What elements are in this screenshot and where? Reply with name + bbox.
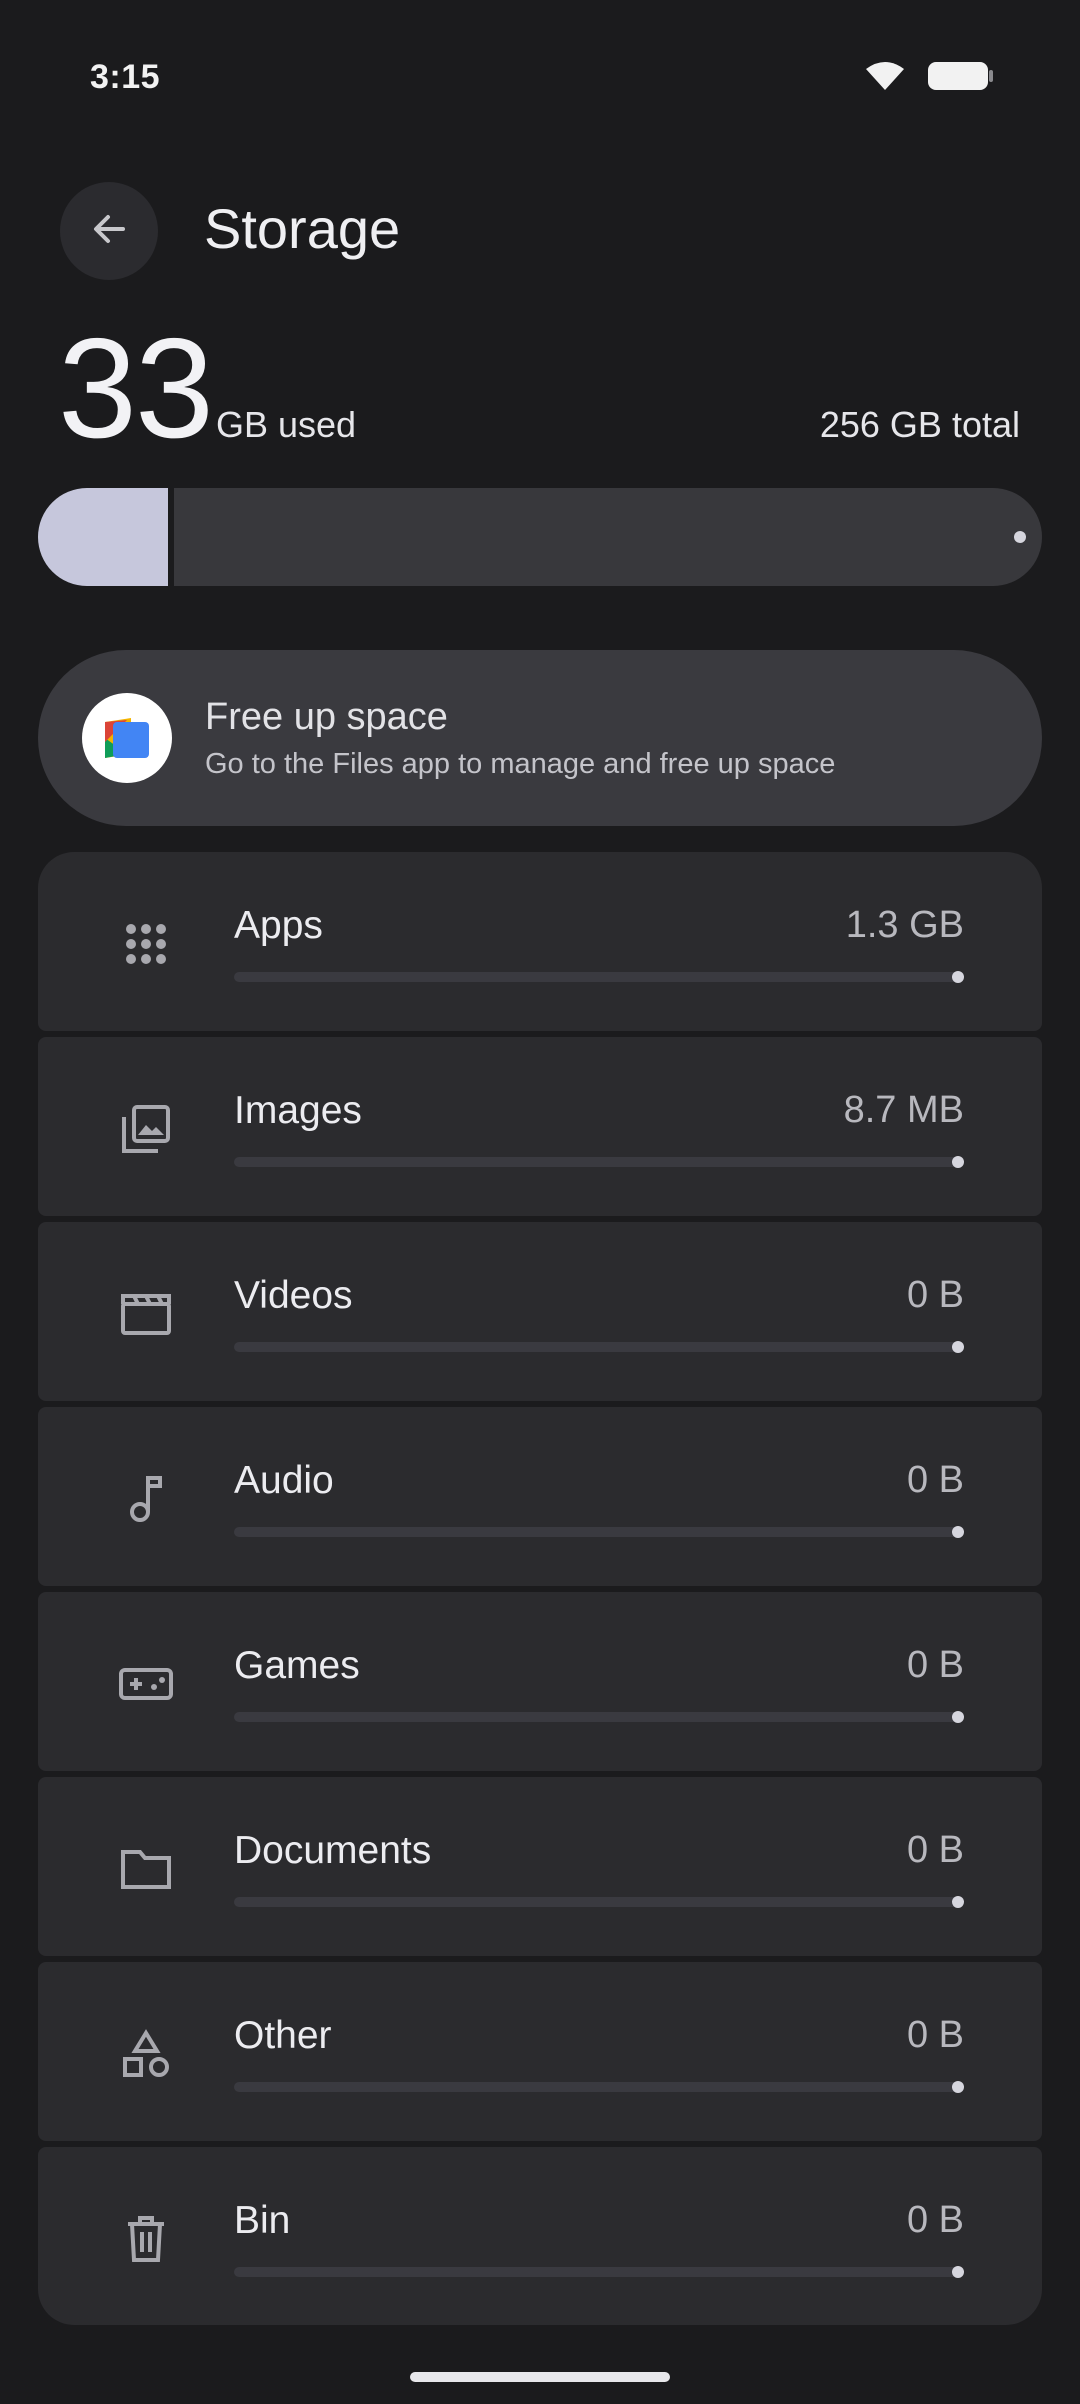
- gamepad-icon: [118, 1656, 174, 1712]
- category-bar-end-dot: [952, 1341, 964, 1353]
- category-label: Documents: [234, 1829, 432, 1872]
- category-usage-bar: [234, 2081, 964, 2093]
- page-title: Storage: [204, 197, 401, 260]
- total-capacity: 256 GB total: [819, 404, 1020, 445]
- category-usage-bar: [234, 1156, 964, 1168]
- shapes-icon: [118, 2026, 174, 2082]
- apps-grid-icon: [118, 916, 174, 972]
- category-size: 8.7 MB: [843, 1089, 964, 1131]
- category-label: Other: [234, 2014, 332, 2057]
- storage-categories-list: Apps 1.3 GB Images 8.7 MB Videos 0 B Aud…: [38, 852, 1042, 2331]
- category-other[interactable]: Other 0 B: [38, 1962, 1042, 2141]
- status-time: 3:15: [90, 58, 161, 96]
- category-label: Apps: [234, 904, 323, 947]
- category-documents[interactable]: Documents 0 B: [38, 1777, 1042, 1956]
- files-app-icon: [82, 693, 172, 783]
- category-bar-end-dot: [952, 2081, 964, 2093]
- category-size: 0 B: [906, 1459, 964, 1501]
- category-bar-end-dot: [952, 1156, 964, 1168]
- used-unit: GB used: [216, 404, 357, 445]
- storage-screen: 3:15 Storage 33 GB used 256 GB total Fre…: [0, 0, 1080, 2404]
- status-icons: [864, 60, 994, 92]
- home-indicator[interactable]: [410, 2372, 670, 2382]
- free-up-description: Go to the Files app to manage and free u…: [205, 748, 836, 780]
- category-bar-end-dot: [952, 971, 964, 983]
- category-bar-end-dot: [952, 2266, 964, 2278]
- category-usage-bar: [234, 1341, 964, 1353]
- category-usage-bar: [234, 1711, 964, 1723]
- usage-bar-track: [173, 488, 1042, 586]
- category-images[interactable]: Images 8.7 MB: [38, 1037, 1042, 1216]
- category-label: Audio: [234, 1459, 334, 1502]
- videos-clapper-icon: [118, 1286, 174, 1342]
- category-bar-end-dot: [952, 1526, 964, 1538]
- battery-icon: [928, 60, 994, 92]
- free-up-space-card[interactable]: Free up space Go to the Files app to man…: [38, 650, 1042, 826]
- category-label: Videos: [234, 1274, 353, 1317]
- category-size: 0 B: [906, 1644, 964, 1686]
- wifi-icon: [864, 60, 906, 92]
- images-icon: [118, 1101, 174, 1157]
- free-up-title: Free up space: [205, 696, 448, 738]
- category-audio[interactable]: Audio 0 B: [38, 1407, 1042, 1586]
- category-videos[interactable]: Videos 0 B: [38, 1222, 1042, 1401]
- category-bin[interactable]: Bin 0 B: [38, 2147, 1042, 2325]
- category-bar-end-dot: [952, 1896, 964, 1908]
- music-note-icon: [118, 1471, 174, 1527]
- category-size: 0 B: [906, 1274, 964, 1316]
- storage-usage-bar: [38, 488, 1042, 586]
- folder-icon: [118, 1841, 174, 1897]
- usage-bar-end-dot: [1014, 531, 1026, 543]
- category-size: 0 B: [906, 2199, 964, 2241]
- arrow-back-icon: [89, 209, 129, 254]
- category-usage-bar: [234, 1526, 964, 1538]
- trash-icon: [118, 2211, 174, 2267]
- category-size: 0 B: [906, 2014, 964, 2056]
- category-usage-bar: [234, 1896, 964, 1908]
- category-label: Bin: [234, 2199, 291, 2242]
- back-button[interactable]: [60, 182, 158, 280]
- category-size: 0 B: [906, 1829, 964, 1871]
- category-apps[interactable]: Apps 1.3 GB: [38, 852, 1042, 1031]
- category-bar-end-dot: [952, 1711, 964, 1723]
- category-usage-bar: [234, 2266, 964, 2278]
- used-value: 33: [58, 309, 214, 468]
- usage-bar-fill: [38, 488, 168, 586]
- category-label: Images: [234, 1089, 362, 1132]
- category-label: Games: [234, 1644, 360, 1687]
- category-size: 1.3 GB: [845, 904, 964, 946]
- category-usage-bar: [234, 971, 964, 983]
- category-games[interactable]: Games 0 B: [38, 1592, 1042, 1771]
